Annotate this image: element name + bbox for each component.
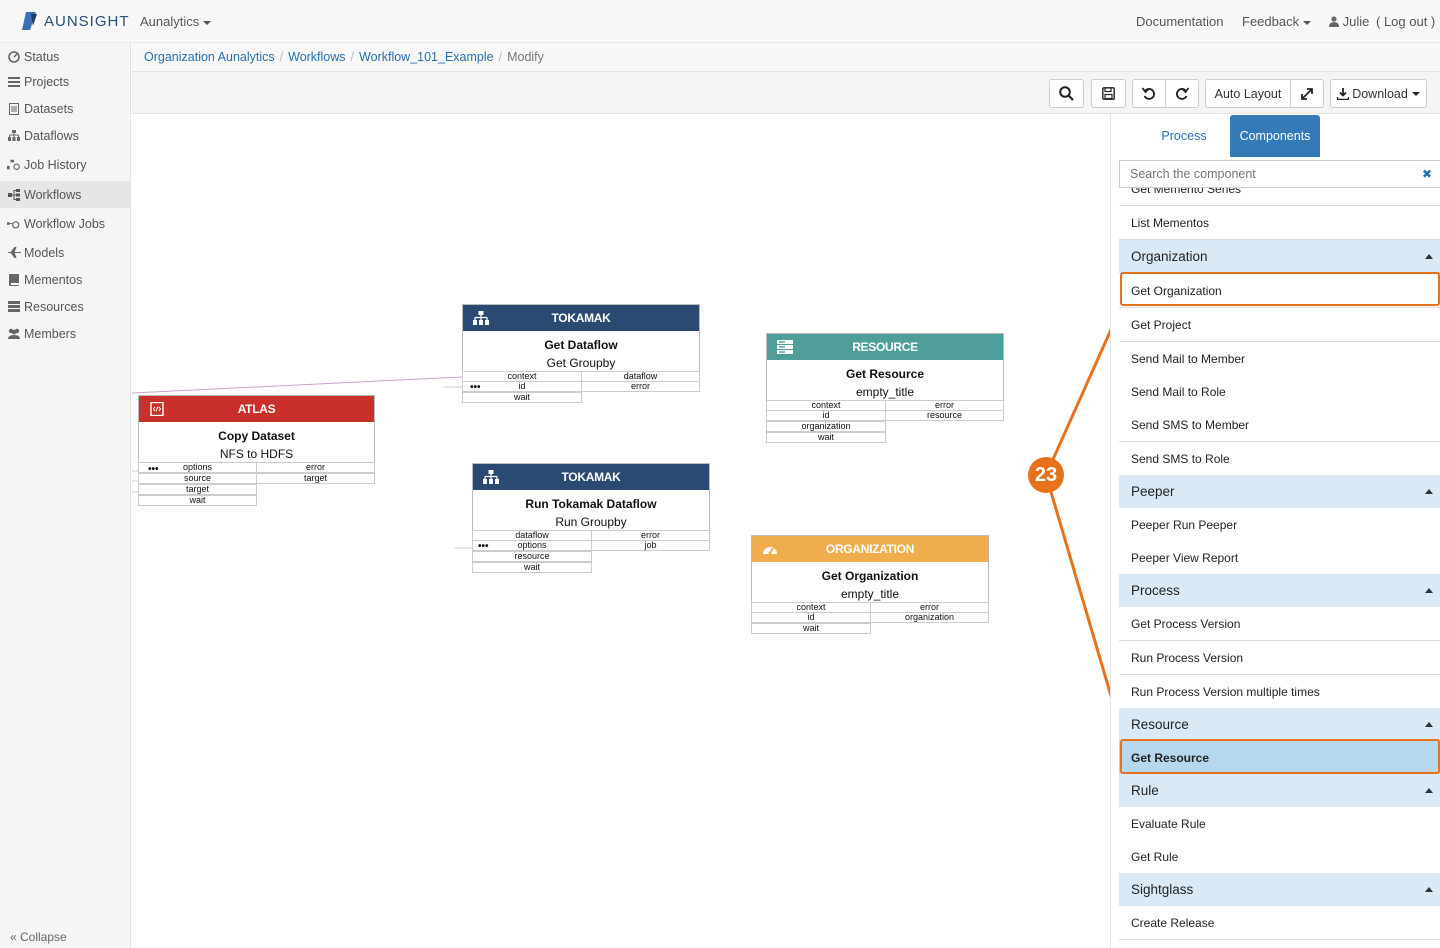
list-item[interactable]: Get Process Version bbox=[1119, 607, 1440, 641]
tab-components[interactable]: Components bbox=[1230, 115, 1320, 157]
list-item[interactable]: Send SMS to Role bbox=[1119, 442, 1440, 476]
group-label: Organization bbox=[1131, 249, 1208, 264]
list-item[interactable]: Get Project bbox=[1119, 308, 1440, 342]
group-header-rule[interactable]: Rule bbox=[1119, 774, 1440, 808]
group-header-resource[interactable]: Resource bbox=[1119, 708, 1440, 742]
group-label: Rule bbox=[1131, 783, 1159, 798]
group-label: Process bbox=[1131, 583, 1180, 598]
list-item[interactable]: Get Memento Series bbox=[1119, 188, 1440, 206]
component-panel: Process Components ✖ Get Memento Series … bbox=[1110, 115, 1440, 948]
collapse-group-icon bbox=[1425, 489, 1433, 494]
group-header-organization[interactable]: Organization bbox=[1119, 240, 1440, 274]
component-search-input[interactable] bbox=[1120, 161, 1440, 187]
collapse-group-icon bbox=[1425, 788, 1433, 793]
collapse-group-icon bbox=[1425, 588, 1433, 593]
list-item[interactable]: Send Mail to Member bbox=[1119, 342, 1440, 376]
group-label: Sightglass bbox=[1131, 882, 1194, 897]
list-item[interactable]: Peeper View Report bbox=[1119, 541, 1440, 575]
step-number-badge: 23 bbox=[1028, 457, 1064, 493]
highlight-box-get-organization bbox=[1120, 272, 1440, 306]
collapse-group-icon bbox=[1425, 254, 1433, 259]
list-item[interactable]: Run Process Version multiple times bbox=[1119, 675, 1440, 709]
group-label: Resource bbox=[1131, 717, 1189, 732]
list-item[interactable]: Run Process Version bbox=[1119, 641, 1440, 675]
collapse-group-icon bbox=[1425, 722, 1433, 727]
group-header-peeper[interactable]: Peeper bbox=[1119, 475, 1440, 509]
component-search: ✖ bbox=[1119, 160, 1440, 188]
collapse-group-icon bbox=[1425, 887, 1433, 892]
group-label: Peeper bbox=[1131, 484, 1175, 499]
list-item[interactable]: List Mementos bbox=[1119, 206, 1440, 240]
group-header-sightglass[interactable]: Sightglass bbox=[1119, 873, 1440, 907]
list-item[interactable]: Get Rule bbox=[1119, 840, 1440, 874]
list-item[interactable]: Create Release bbox=[1119, 906, 1440, 940]
list-item[interactable]: Peeper Run Peeper bbox=[1119, 508, 1440, 542]
panel-tabs: Process Components bbox=[1119, 115, 1440, 157]
highlight-box-get-resource bbox=[1120, 739, 1440, 774]
group-header-process[interactable]: Process bbox=[1119, 574, 1440, 608]
list-item[interactable]: Send SMS to Member bbox=[1119, 408, 1440, 442]
list-item[interactable]: Send Mail to Role bbox=[1119, 375, 1440, 409]
list-item[interactable]: Evaluate Rule bbox=[1119, 807, 1440, 841]
clear-search-icon[interactable]: ✖ bbox=[1422, 167, 1432, 181]
